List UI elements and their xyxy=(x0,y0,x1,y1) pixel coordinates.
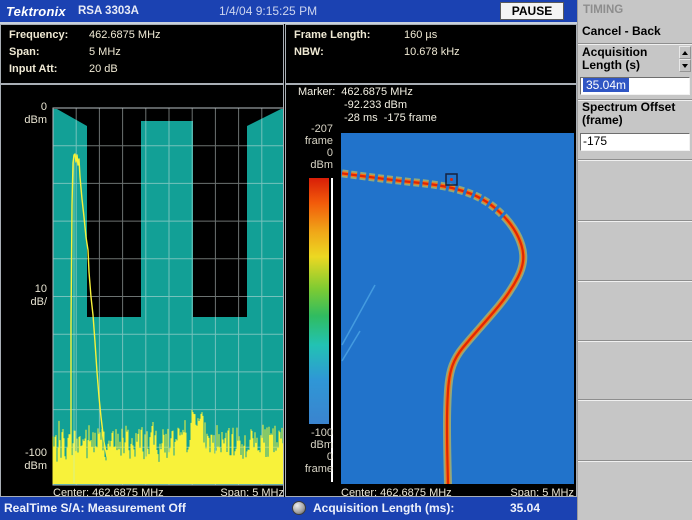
softkey-blank-6[interactable] xyxy=(578,462,692,520)
stepper-up-button[interactable] xyxy=(679,46,691,59)
spectrogram-bottom-scale-labels: -100 dBm 0 frame xyxy=(286,427,333,475)
info-row-nbw: NBW: 10.678 kHz xyxy=(286,45,576,59)
frame-length-label: Frame Length: xyxy=(294,28,404,42)
title-bar: Tektronix RSA 3303A 1/4/04 9:15:25 PM PA… xyxy=(0,0,577,22)
softkey-blank-3[interactable] xyxy=(578,282,692,340)
acquisition-length-input-value: 35.04m xyxy=(583,78,629,92)
acquisition-length-label: Acquisition Length (s) xyxy=(582,46,670,72)
info-row-span: Span: 5 MHz xyxy=(1,45,283,59)
model-label: RSA 3303A xyxy=(78,5,139,17)
spectrogram-top-scale-labels: -207 frame 0 dBm xyxy=(286,123,333,171)
spectrum-y-bottom-label: -100dBm xyxy=(1,447,47,473)
input-att-label: Input Att: xyxy=(9,62,89,76)
acquisition-length-status-value: 35.04 xyxy=(510,501,540,515)
frame-info-panel: Frame Length: 160 µs NBW: 10.678 kHz xyxy=(285,24,577,84)
status-bar: RealTime S/A: Measurement Off Acquisitio… xyxy=(0,497,577,520)
info-row-frequency: Frequency: 462.6875 MHz xyxy=(1,28,283,42)
nbw-value: 10.678 kHz xyxy=(404,45,460,59)
span-label: Span: xyxy=(9,45,89,59)
acquisition-length-stepper[interactable] xyxy=(679,46,691,72)
measurement-mode-status: RealTime S/A: Measurement Off xyxy=(4,501,186,515)
up-arrow-icon xyxy=(682,51,688,55)
softkey-blank-2[interactable] xyxy=(578,222,692,280)
stepper-down-button[interactable] xyxy=(679,59,691,72)
soft-menu-sidebar: TIMING Cancel - Back Acquisition Length … xyxy=(577,0,692,520)
spectrum-y-mid-label: 10dB/ xyxy=(1,283,47,309)
nbw-label: NBW: xyxy=(294,45,404,59)
pause-button[interactable]: PAUSE xyxy=(500,2,564,20)
info-row-input-att: Input Att: 20 dB xyxy=(1,62,283,76)
spectrum-y-top-label: 0dBm xyxy=(1,101,47,127)
spectrum-chart-panel: 0dBm 10dB/ -100dBm Center: 462.6875 MHz … xyxy=(0,84,284,497)
rsa3303a-screen: Tektronix RSA 3303A 1/4/04 9:15:25 PM PA… xyxy=(0,0,692,520)
frequency-label: Frequency: xyxy=(9,28,89,42)
frequency-value: 462.6875 MHz xyxy=(89,28,161,42)
span-value: 5 MHz xyxy=(89,45,121,59)
datetime-label: 1/4/04 9:15:25 PM xyxy=(219,4,317,18)
softkey-blank-1[interactable] xyxy=(578,161,692,220)
cancel-back-button[interactable]: Cancel - Back xyxy=(582,25,661,38)
acquisition-length-status-label: Acquisition Length (ms): xyxy=(313,501,454,515)
input-att-value: 20 dB xyxy=(89,62,118,76)
info-row-frame-length: Frame Length: 160 µs xyxy=(286,28,576,42)
spectrum-offset-label: Spectrum Offset (frame) xyxy=(582,101,682,127)
menu-title: TIMING xyxy=(583,4,623,16)
frequency-info-panel: Frequency: 462.6875 MHz Span: 5 MHz Inpu… xyxy=(0,24,284,84)
down-arrow-icon xyxy=(682,64,688,68)
softkey-blank-4[interactable] xyxy=(578,342,692,399)
spectrum-offset-input[interactable]: -175 xyxy=(580,133,690,151)
rotary-knob-icon xyxy=(292,501,306,515)
brand-logo: Tektronix xyxy=(6,4,66,19)
acquisition-length-input[interactable]: 35.04m xyxy=(580,77,690,95)
spectrogram-chart-panel: Marker: 462.6875 MHz -92.233 dBm -28 ms … xyxy=(285,84,577,497)
frame-length-value: 160 µs xyxy=(404,28,437,42)
softkey-blank-5[interactable] xyxy=(578,401,692,460)
